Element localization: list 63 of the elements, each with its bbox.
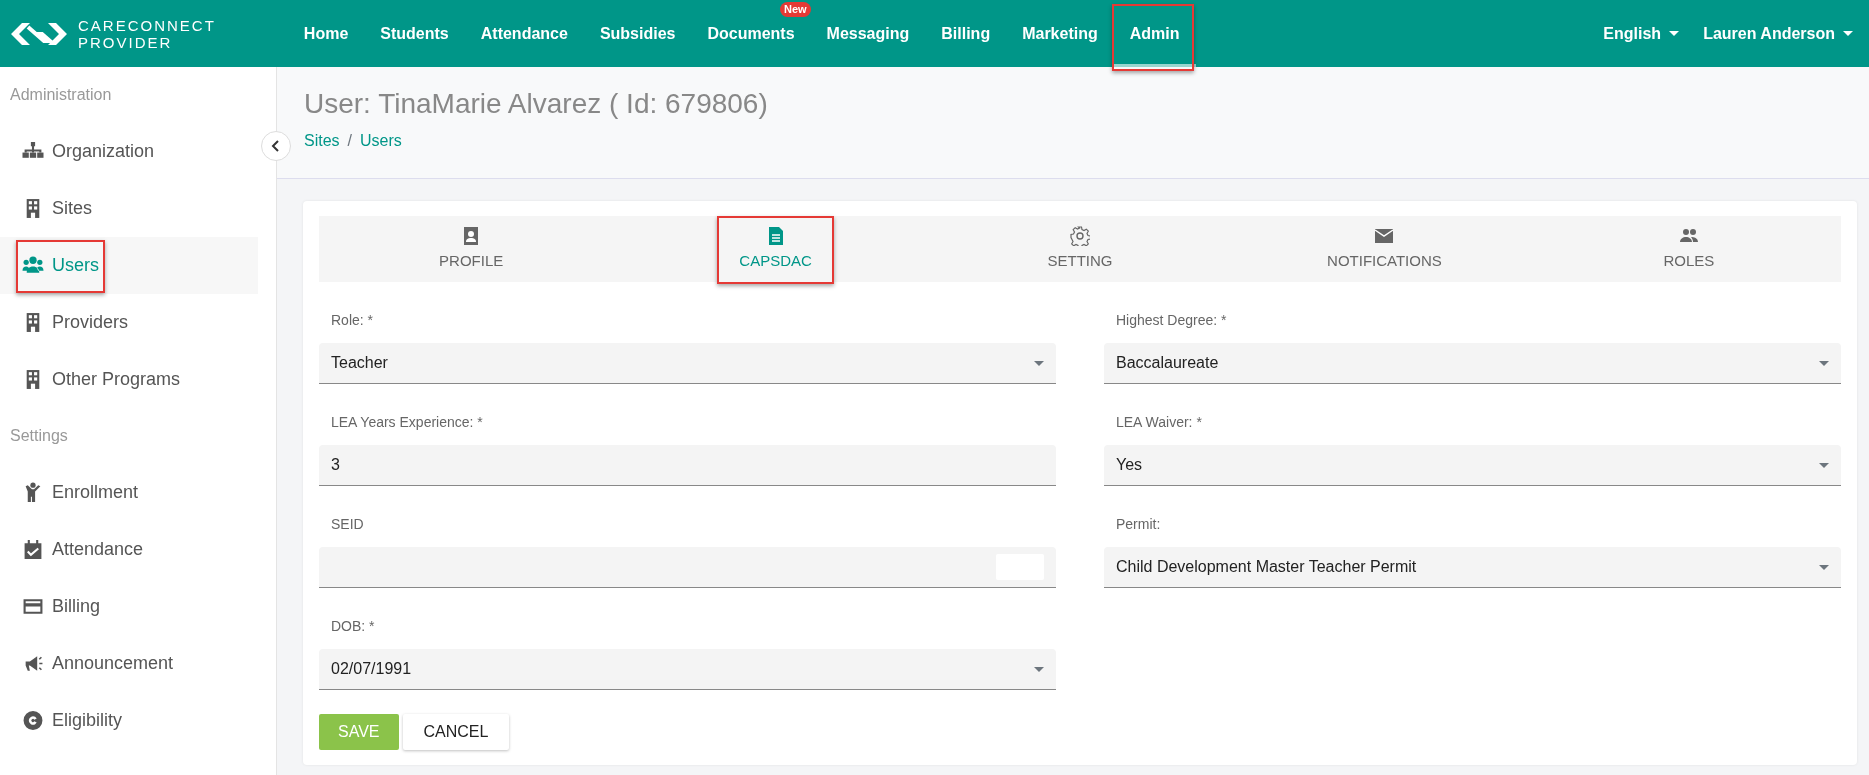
sidebar-item[interactable]: Providers bbox=[0, 294, 258, 351]
caret-icon bbox=[1819, 462, 1829, 468]
sidebar-item[interactable]: Billing bbox=[0, 578, 258, 635]
sidebar-item[interactable]: Enrollment bbox=[0, 464, 258, 521]
brand-name: CARECONNECT bbox=[78, 16, 216, 34]
field-label: Permit: bbox=[1116, 515, 1162, 534]
nav-link[interactable]: Messaging bbox=[810, 0, 926, 67]
copyright-icon bbox=[22, 710, 44, 731]
nav-link[interactable]: Billing bbox=[925, 0, 1007, 67]
brand-subtitle: PROVIDER bbox=[78, 33, 174, 51]
caret-icon bbox=[1819, 360, 1829, 366]
sidebar-item[interactable]: Other Programs bbox=[0, 351, 258, 408]
caret-icon bbox=[1843, 31, 1853, 36]
nav-link[interactable]: Students bbox=[364, 0, 465, 67]
field-label: Role: * bbox=[331, 311, 375, 330]
sidebar-item[interactable]: Eligibility bbox=[0, 692, 258, 749]
breadcrumb-separator: / bbox=[347, 130, 353, 151]
nav-link[interactable]: Subsidies bbox=[583, 0, 692, 67]
tab[interactable]: ROLES bbox=[1536, 216, 1842, 282]
caret-icon bbox=[1819, 564, 1829, 570]
users-icon bbox=[22, 255, 44, 276]
tab[interactable]: CAPSDAC bbox=[623, 216, 928, 282]
field-label: LEA Waiver: * bbox=[1116, 413, 1203, 432]
sidebar-item[interactable]: Attendance bbox=[0, 521, 258, 578]
nav-link[interactable]: Home bbox=[287, 0, 365, 67]
field-label: LEA Years Experience: * bbox=[331, 413, 484, 432]
chevron-left-icon bbox=[271, 140, 281, 152]
caret-icon bbox=[1034, 666, 1044, 672]
nav-link[interactable]: Admin bbox=[1113, 0, 1196, 67]
select-field[interactable]: Yes bbox=[1104, 445, 1841, 486]
dropdown-toggle[interactable]: English bbox=[1587, 0, 1688, 67]
new-badge: New bbox=[779, 2, 811, 17]
tab[interactable]: PROFILE bbox=[319, 216, 624, 282]
select-field[interactable]: Teacher bbox=[319, 343, 1056, 384]
section-heading: Administration bbox=[9, 85, 113, 105]
field-label: SEID bbox=[331, 515, 365, 534]
page-title: User: TinaMarie Alvarez ( Id: 679806) bbox=[304, 87, 769, 121]
nav-link[interactable]: Marketing bbox=[1006, 0, 1114, 67]
tab[interactable]: NOTIFICATIONS bbox=[1232, 216, 1537, 282]
nav-link[interactable]: Attendance bbox=[464, 0, 584, 67]
tab[interactable]: SETTING bbox=[927, 216, 1233, 282]
select-field[interactable]: Child Development Master Teacher Permit bbox=[1104, 547, 1841, 588]
input-field[interactable]: 3 bbox=[319, 445, 1056, 486]
sidebar-item[interactable]: Users bbox=[0, 237, 258, 294]
breadcrumb-link[interactable]: Users bbox=[360, 128, 402, 153]
field-label: DOB: * bbox=[331, 617, 376, 636]
sidebar-item[interactable]: Sites bbox=[0, 180, 258, 237]
collapse-button[interactable] bbox=[261, 131, 291, 161]
gear-icon bbox=[1070, 225, 1090, 246]
select-field[interactable]: Baccalaureate bbox=[1104, 343, 1841, 384]
field-label: Highest Degree: * bbox=[1116, 311, 1228, 330]
dropdown-toggle[interactable]: Lauren Anderson bbox=[1687, 0, 1861, 67]
cancel-button[interactable]: CANCEL bbox=[402, 714, 510, 750]
credit-card-icon bbox=[22, 596, 44, 617]
caret-icon bbox=[1034, 360, 1044, 366]
caret-icon bbox=[1669, 31, 1680, 36]
section-heading: Settings bbox=[9, 426, 69, 446]
input-field[interactable] bbox=[319, 547, 1056, 588]
sidebar-item[interactable]: Organization bbox=[0, 123, 258, 180]
select-field[interactable]: 02/07/1991 bbox=[319, 649, 1056, 690]
breadcrumb-link[interactable]: Sites bbox=[304, 128, 340, 153]
sidebar-item[interactable]: Announcement bbox=[0, 635, 258, 692]
calendar-check-icon bbox=[22, 539, 44, 560]
